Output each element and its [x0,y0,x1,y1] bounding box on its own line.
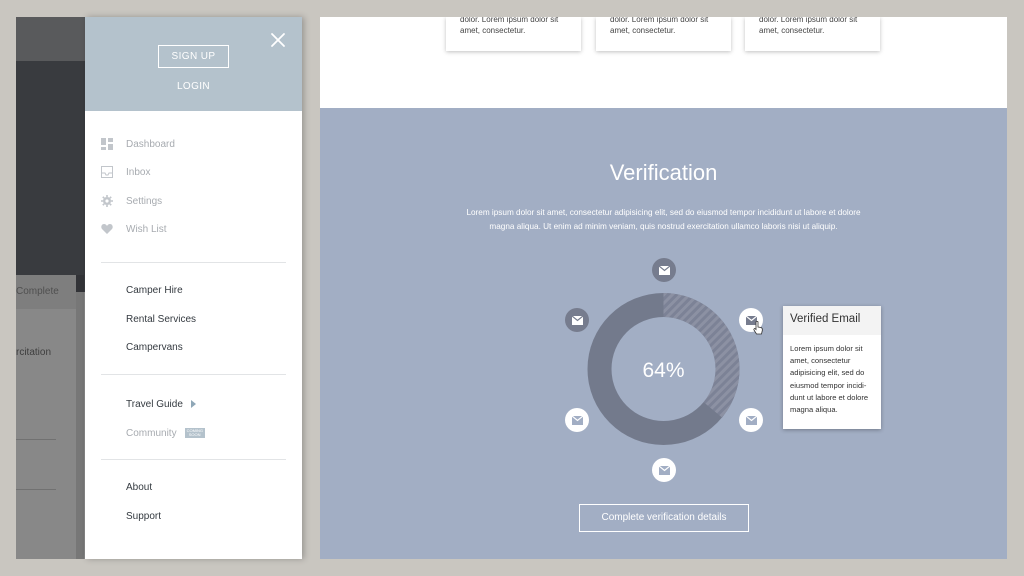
dashboard-icon [101,138,113,150]
drawer-item-camper-hire[interactable]: Camper Hire [126,281,183,299]
drawer-item-rental-services[interactable]: Rental Services [126,310,196,328]
verification-step-email-button[interactable] [565,308,589,332]
drawer-item-about[interactable]: About [126,478,152,496]
drawer-item-label: About [126,481,153,493]
mail-icon [571,415,583,425]
drawer-item-label: Rental Services [126,313,197,325]
mail-icon [745,415,757,425]
tooltip-body: Lorem ipsum dolor sit amet, consectetur … [783,335,881,416]
tooltip-line: eiusmod tempor incidi- [790,380,867,390]
verification-step-email-button[interactable] [565,408,589,432]
mail-icon [571,315,583,325]
tooltip-line: Lorem ipsum dolor sit [790,344,863,353]
tooltip-line: amet, consectetur [790,356,851,366]
inbox-icon [101,166,113,178]
drawer-item-support[interactable]: Support [126,507,161,525]
drawer-divider [101,459,286,460]
left-shadow-strip [76,275,84,559]
navigation-drawer: SIGN UP LOGIN Dashboard Inbox Settings W… [85,17,302,559]
drawer-item-label: Inbox [126,166,151,178]
close-icon[interactable] [270,32,286,48]
chevron-right-icon [190,400,196,408]
drawer-item-label: Community [126,427,177,439]
drawer-item-community: Community COMING SOON [126,424,205,442]
drawer-item-label: Campervans [126,341,183,353]
drawer-item-label: Wish List [126,223,167,235]
drawer-item-label: Travel Guide [126,398,183,410]
login-link[interactable]: LOGIN [85,81,302,92]
verification-step-email-button[interactable] [652,258,676,282]
drawer-header: SIGN UP LOGIN [85,17,302,111]
drawer-divider [101,374,286,375]
heart-icon [101,223,113,235]
drawer-item-label: Support [126,510,162,522]
drawer-item-wish-list[interactable]: Wish List [101,220,167,238]
tooltip-line: adipisicing elit, sed do [790,368,865,378]
drawer-item-travel-guide[interactable]: Travel Guide [126,395,196,413]
drawer-item-inbox[interactable]: Inbox [101,163,150,181]
tooltip-line: dunt ut labore et dolore [790,392,869,402]
drawer-item-campervans[interactable]: Campervans [126,338,183,356]
tooltip-line: magna aliqua. [790,405,838,415]
hand-pointer-cursor-icon [753,321,763,335]
mail-icon [658,465,670,475]
coming-soon-badge: COMING SOON [184,428,205,438]
drawer-item-label: Settings [126,195,163,207]
complete-verification-button[interactable]: Complete verification details [579,504,749,532]
tooltip-title: Verified Email [783,306,881,335]
sign-up-button[interactable]: SIGN UP [158,45,229,68]
verification-screen: dolor. Lorem ipsum dolor sit amet, conse… [320,17,1007,559]
drawer-item-label: Camper Hire [126,284,183,296]
mail-icon [658,265,670,275]
gear-icon [101,195,113,207]
badge-text: SOON [188,432,201,437]
drawer-divider [101,262,286,263]
verification-step-email-button[interactable] [652,458,676,482]
drawer-item-dashboard[interactable]: Dashboard [101,135,175,153]
drawer-item-label: Dashboard [126,138,175,150]
verified-email-tooltip: Verified Email Lorem ipsum dolor sit ame… [783,306,881,429]
drawer-item-settings[interactable]: Settings [101,192,162,210]
verification-step-email-button[interactable] [739,408,763,432]
donut-percent-label: 64% [642,359,684,382]
